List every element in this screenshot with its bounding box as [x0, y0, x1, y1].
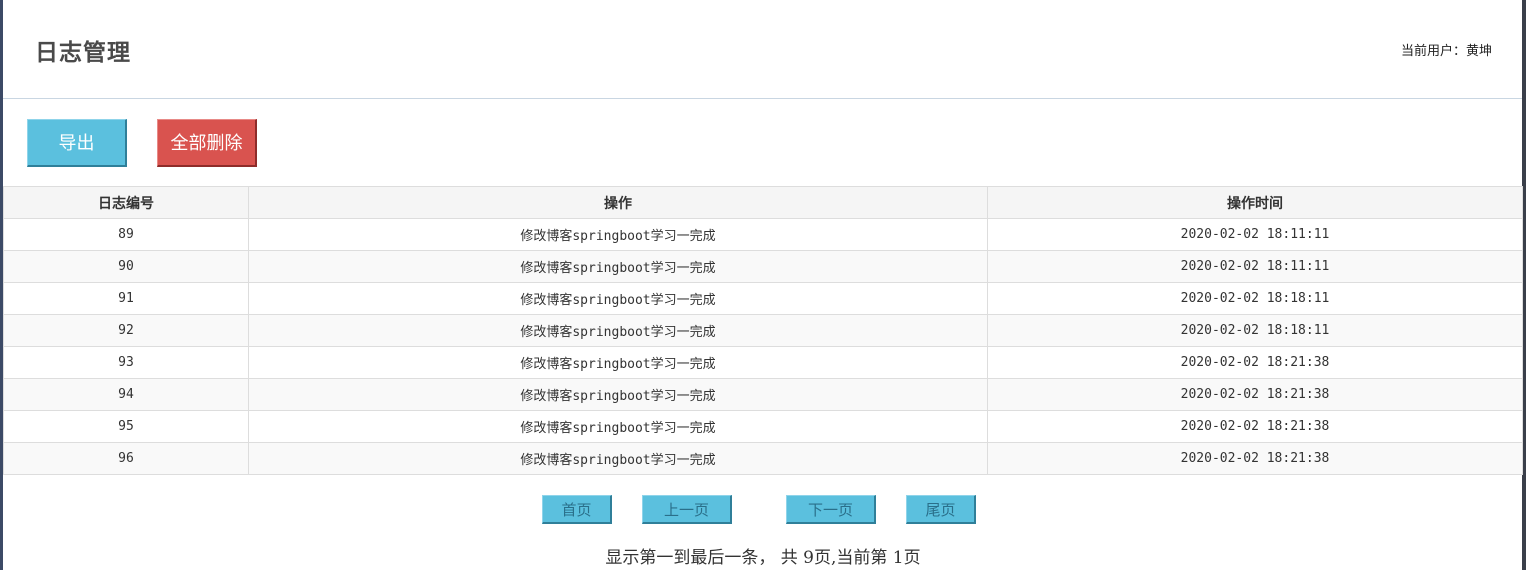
cell-operation-time: 2020-02-02 18:18:11: [987, 314, 1523, 347]
cell-operation: 修改博客springboot学习一完成: [248, 346, 988, 379]
table-row: 91 修改博客springboot学习一完成 2020-02-02 18:18:…: [3, 282, 1523, 315]
table-row: 92 修改博客springboot学习一完成 2020-02-02 18:18:…: [3, 314, 1523, 347]
last-page-button[interactable]: 尾页: [906, 495, 976, 524]
cell-operation: 修改博客springboot学习一完成: [248, 378, 988, 411]
cell-operation: 修改博客springboot学习一完成: [248, 250, 988, 283]
cell-log-id: 90: [3, 250, 249, 283]
cell-log-id: 96: [3, 442, 249, 475]
cell-log-id: 91: [3, 282, 249, 315]
cell-operation: 修改博客springboot学习一完成: [248, 442, 988, 475]
cell-log-id: 95: [3, 410, 249, 443]
cell-log-id: 92: [3, 314, 249, 347]
table-row: 94 修改博客springboot学习一完成 2020-02-02 18:21:…: [3, 378, 1523, 411]
cell-operation: 修改博客springboot学习一完成: [248, 314, 988, 347]
prev-page-button[interactable]: 上一页: [642, 495, 732, 524]
cell-operation-time: 2020-02-02 18:21:38: [987, 410, 1523, 443]
cell-log-id: 93: [3, 346, 249, 379]
cell-operation: 修改博客springboot学习一完成: [248, 282, 988, 315]
pagination-info: 显示第一到最后一条， 共 9页,当前第 1页: [605, 548, 921, 568]
current-user-label: 当前用户：黄坤: [1400, 44, 1492, 59]
export-button[interactable]: 导出: [27, 119, 127, 167]
cell-log-id: 89: [3, 218, 249, 251]
page-header: 日志管理 当前用户：黄坤: [3, 0, 1522, 99]
first-page-button[interactable]: 首页: [542, 495, 612, 524]
table-row: 95 修改博客springboot学习一完成 2020-02-02 18:21:…: [3, 410, 1523, 443]
next-page-button[interactable]: 下一页: [786, 495, 876, 524]
cell-operation: 修改博客springboot学习一完成: [248, 218, 988, 251]
column-header-log-id: 日志编号: [3, 186, 249, 219]
table-header-row: 日志编号 操作 操作时间: [3, 186, 1523, 219]
cell-operation-time: 2020-02-02 18:11:11: [987, 218, 1523, 251]
cell-operation-time: 2020-02-02 18:21:38: [987, 442, 1523, 475]
column-header-operation-time: 操作时间: [987, 186, 1523, 219]
cell-operation-time: 2020-02-02 18:21:38: [987, 378, 1523, 411]
cell-log-id: 94: [3, 378, 249, 411]
column-header-operation: 操作: [248, 186, 988, 219]
log-table: 日志编号 操作 操作时间 89 修改博客springboot学习一完成 2020…: [3, 186, 1523, 475]
delete-all-button[interactable]: 全部删除: [157, 119, 257, 167]
cell-operation-time: 2020-02-02 18:11:11: [987, 250, 1523, 283]
cell-operation-time: 2020-02-02 18:18:11: [987, 282, 1523, 315]
page-title: 日志管理: [35, 40, 131, 66]
table-row: 90 修改博客springboot学习一完成 2020-02-02 18:11:…: [3, 250, 1523, 283]
table-row: 93 修改博客springboot学习一完成 2020-02-02 18:21:…: [3, 346, 1523, 379]
table-row: 96 修改博客springboot学习一完成 2020-02-02 18:21:…: [3, 442, 1523, 475]
table-row: 89 修改博客springboot学习一完成 2020-02-02 18:11:…: [3, 218, 1523, 251]
cell-operation-time: 2020-02-02 18:21:38: [987, 346, 1523, 379]
cell-operation: 修改博客springboot学习一完成: [248, 410, 988, 443]
